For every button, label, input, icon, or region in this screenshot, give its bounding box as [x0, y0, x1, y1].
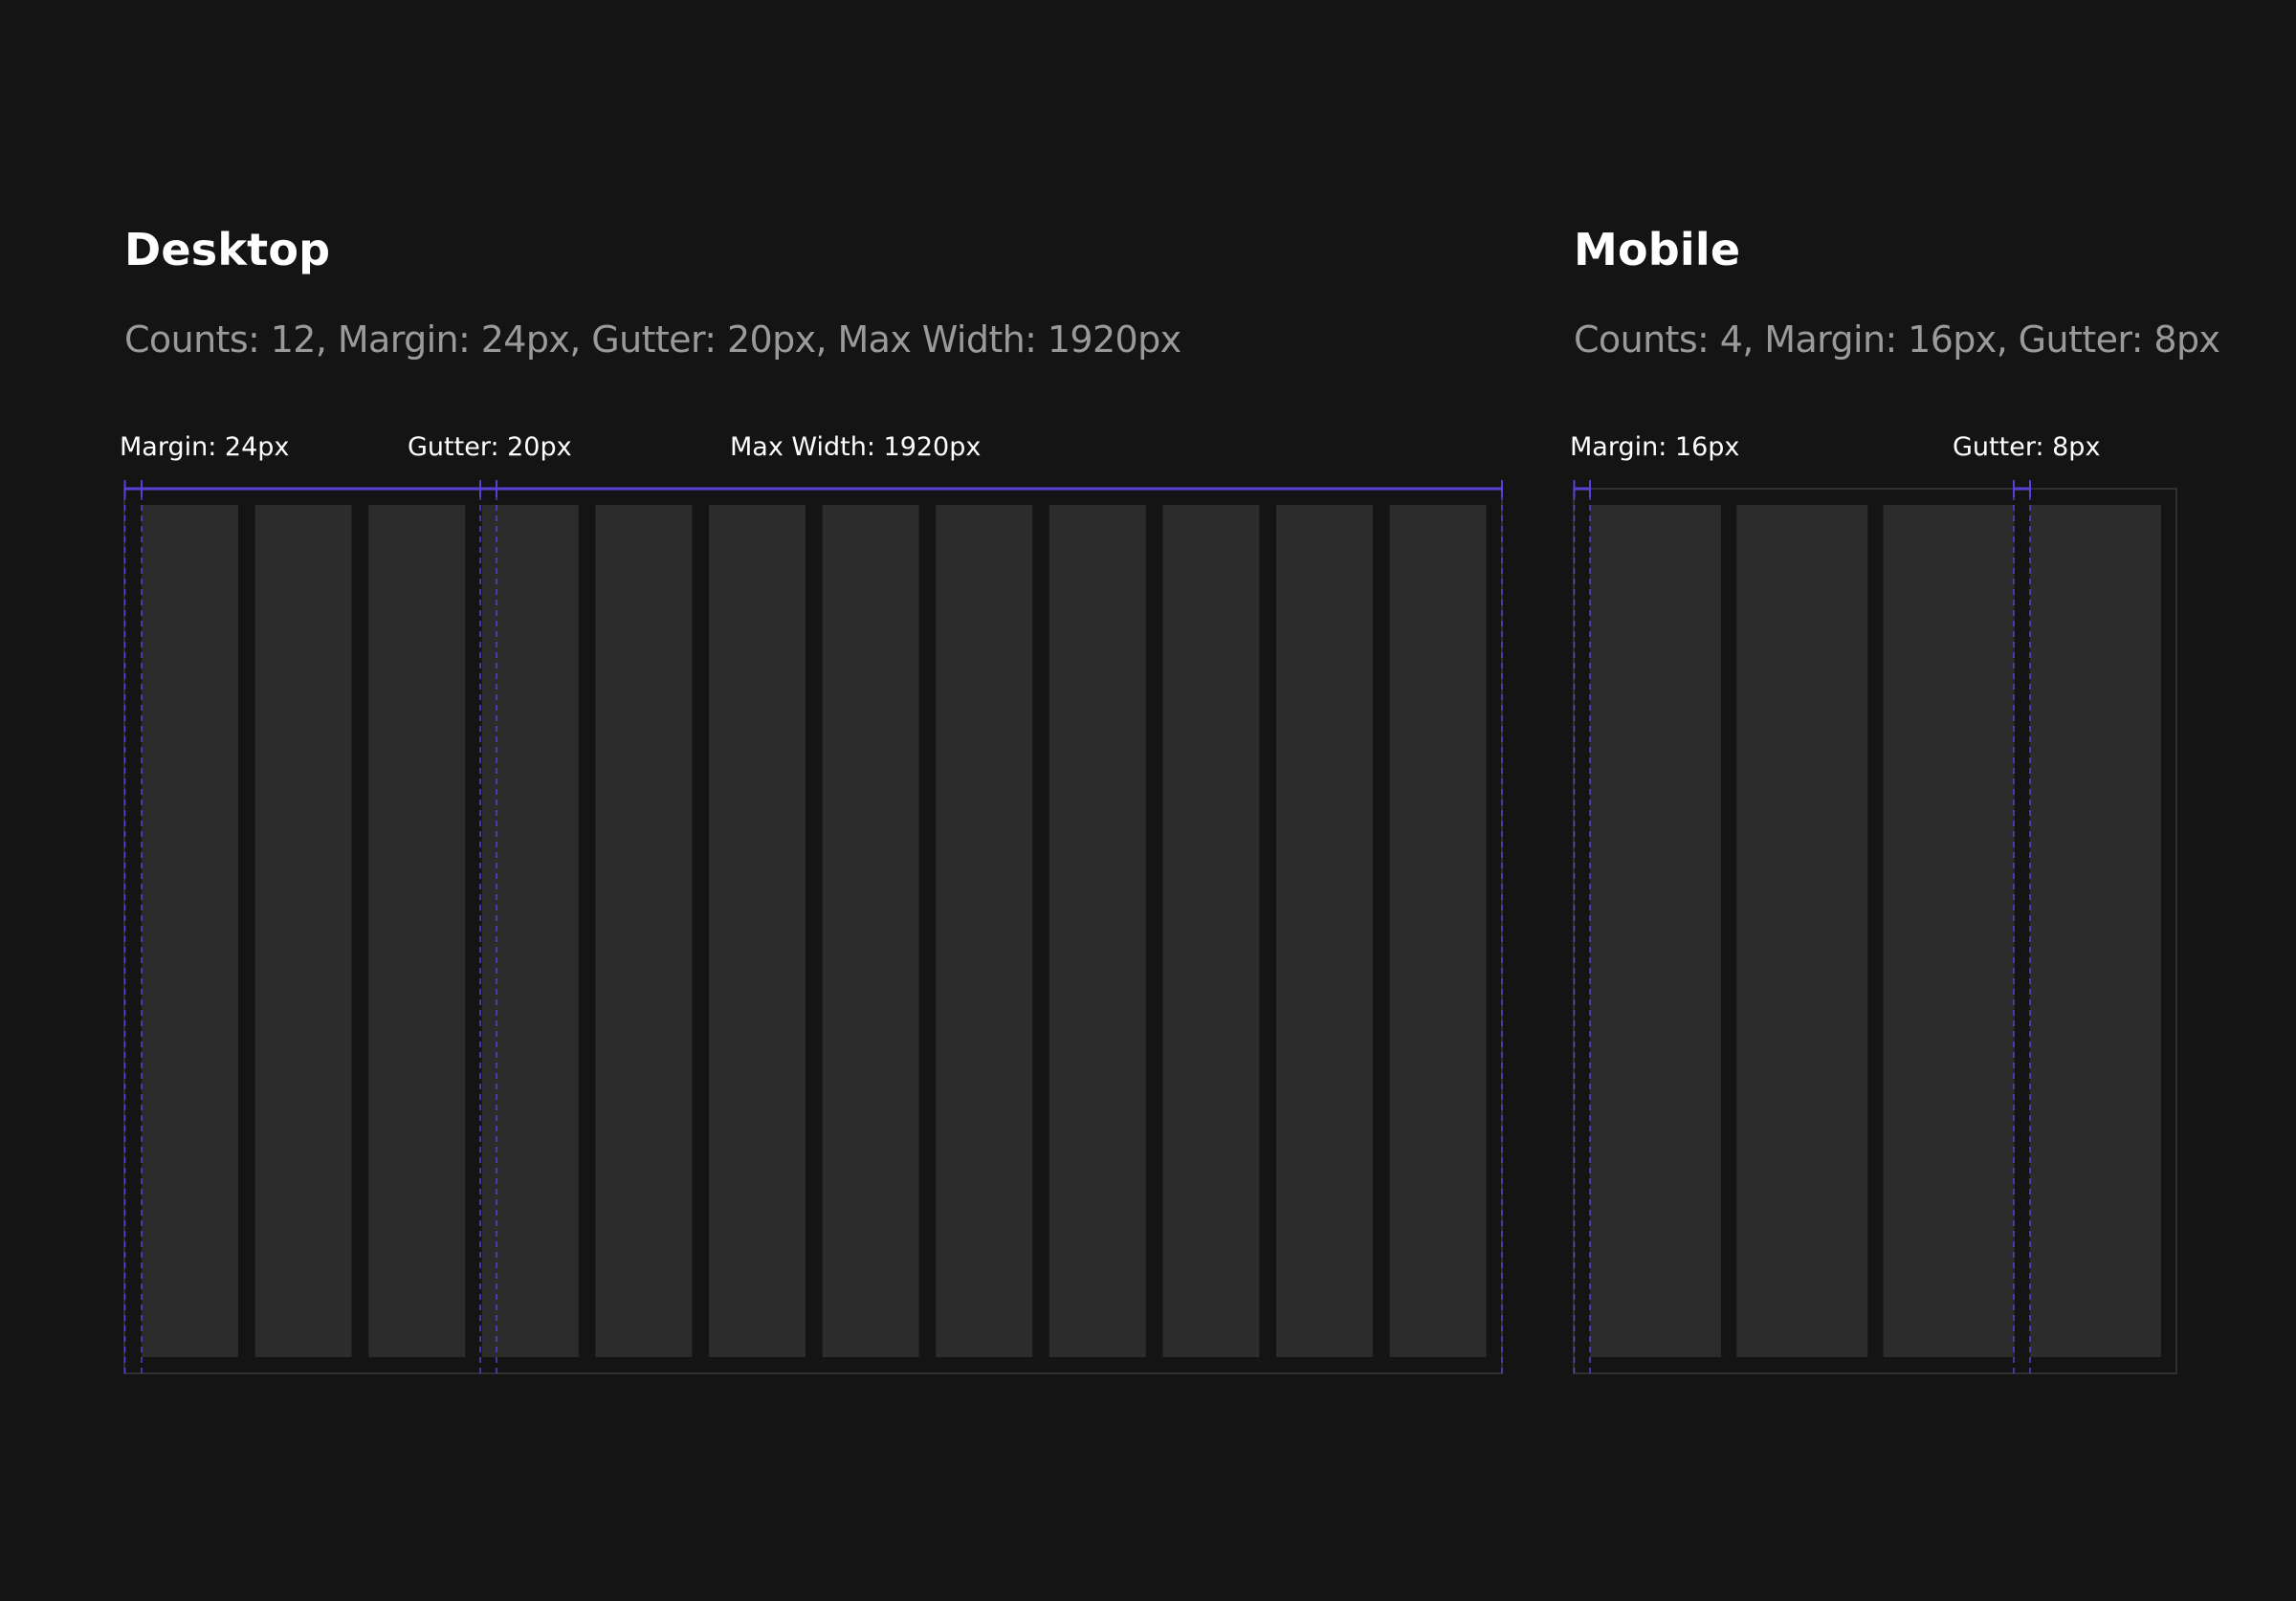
desktop-column-3 — [368, 505, 466, 1357]
grid-spec-canvas: Desktop Counts: 12, Margin: 24px, Gutter… — [0, 0, 2296, 1601]
desktop-column-10 — [1162, 505, 1260, 1357]
desktop-column-11 — [1276, 505, 1373, 1357]
mobile-column-4 — [2029, 505, 2161, 1357]
desktop-column-6 — [709, 505, 806, 1357]
grid-diagram — [123, 480, 2177, 1374]
desktop-grid — [123, 480, 1503, 1374]
mobile-gutter-annotation: Gutter: 8px — [1953, 432, 2101, 462]
mobile-margin-annotation: Margin: 16px — [1570, 432, 1740, 462]
desktop-column-1 — [142, 505, 238, 1357]
mobile-grid — [1573, 480, 2177, 1374]
desktop-column-9 — [1049, 505, 1146, 1357]
desktop-column-8 — [936, 505, 1033, 1357]
desktop-column-7 — [822, 505, 919, 1357]
desktop-max-width-annotation: Max Width: 1920px — [730, 432, 982, 462]
mobile-column-3 — [1883, 505, 2015, 1357]
desktop-column-12 — [1389, 505, 1487, 1357]
desktop-column-5 — [595, 505, 693, 1357]
desktop-column-2 — [254, 505, 352, 1357]
mobile-column-1 — [1590, 505, 1721, 1357]
desktop-gutter-annotation: Gutter: 20px — [408, 432, 572, 462]
mobile-column-2 — [1736, 505, 1868, 1357]
desktop-margin-annotation: Margin: 24px — [120, 432, 290, 462]
